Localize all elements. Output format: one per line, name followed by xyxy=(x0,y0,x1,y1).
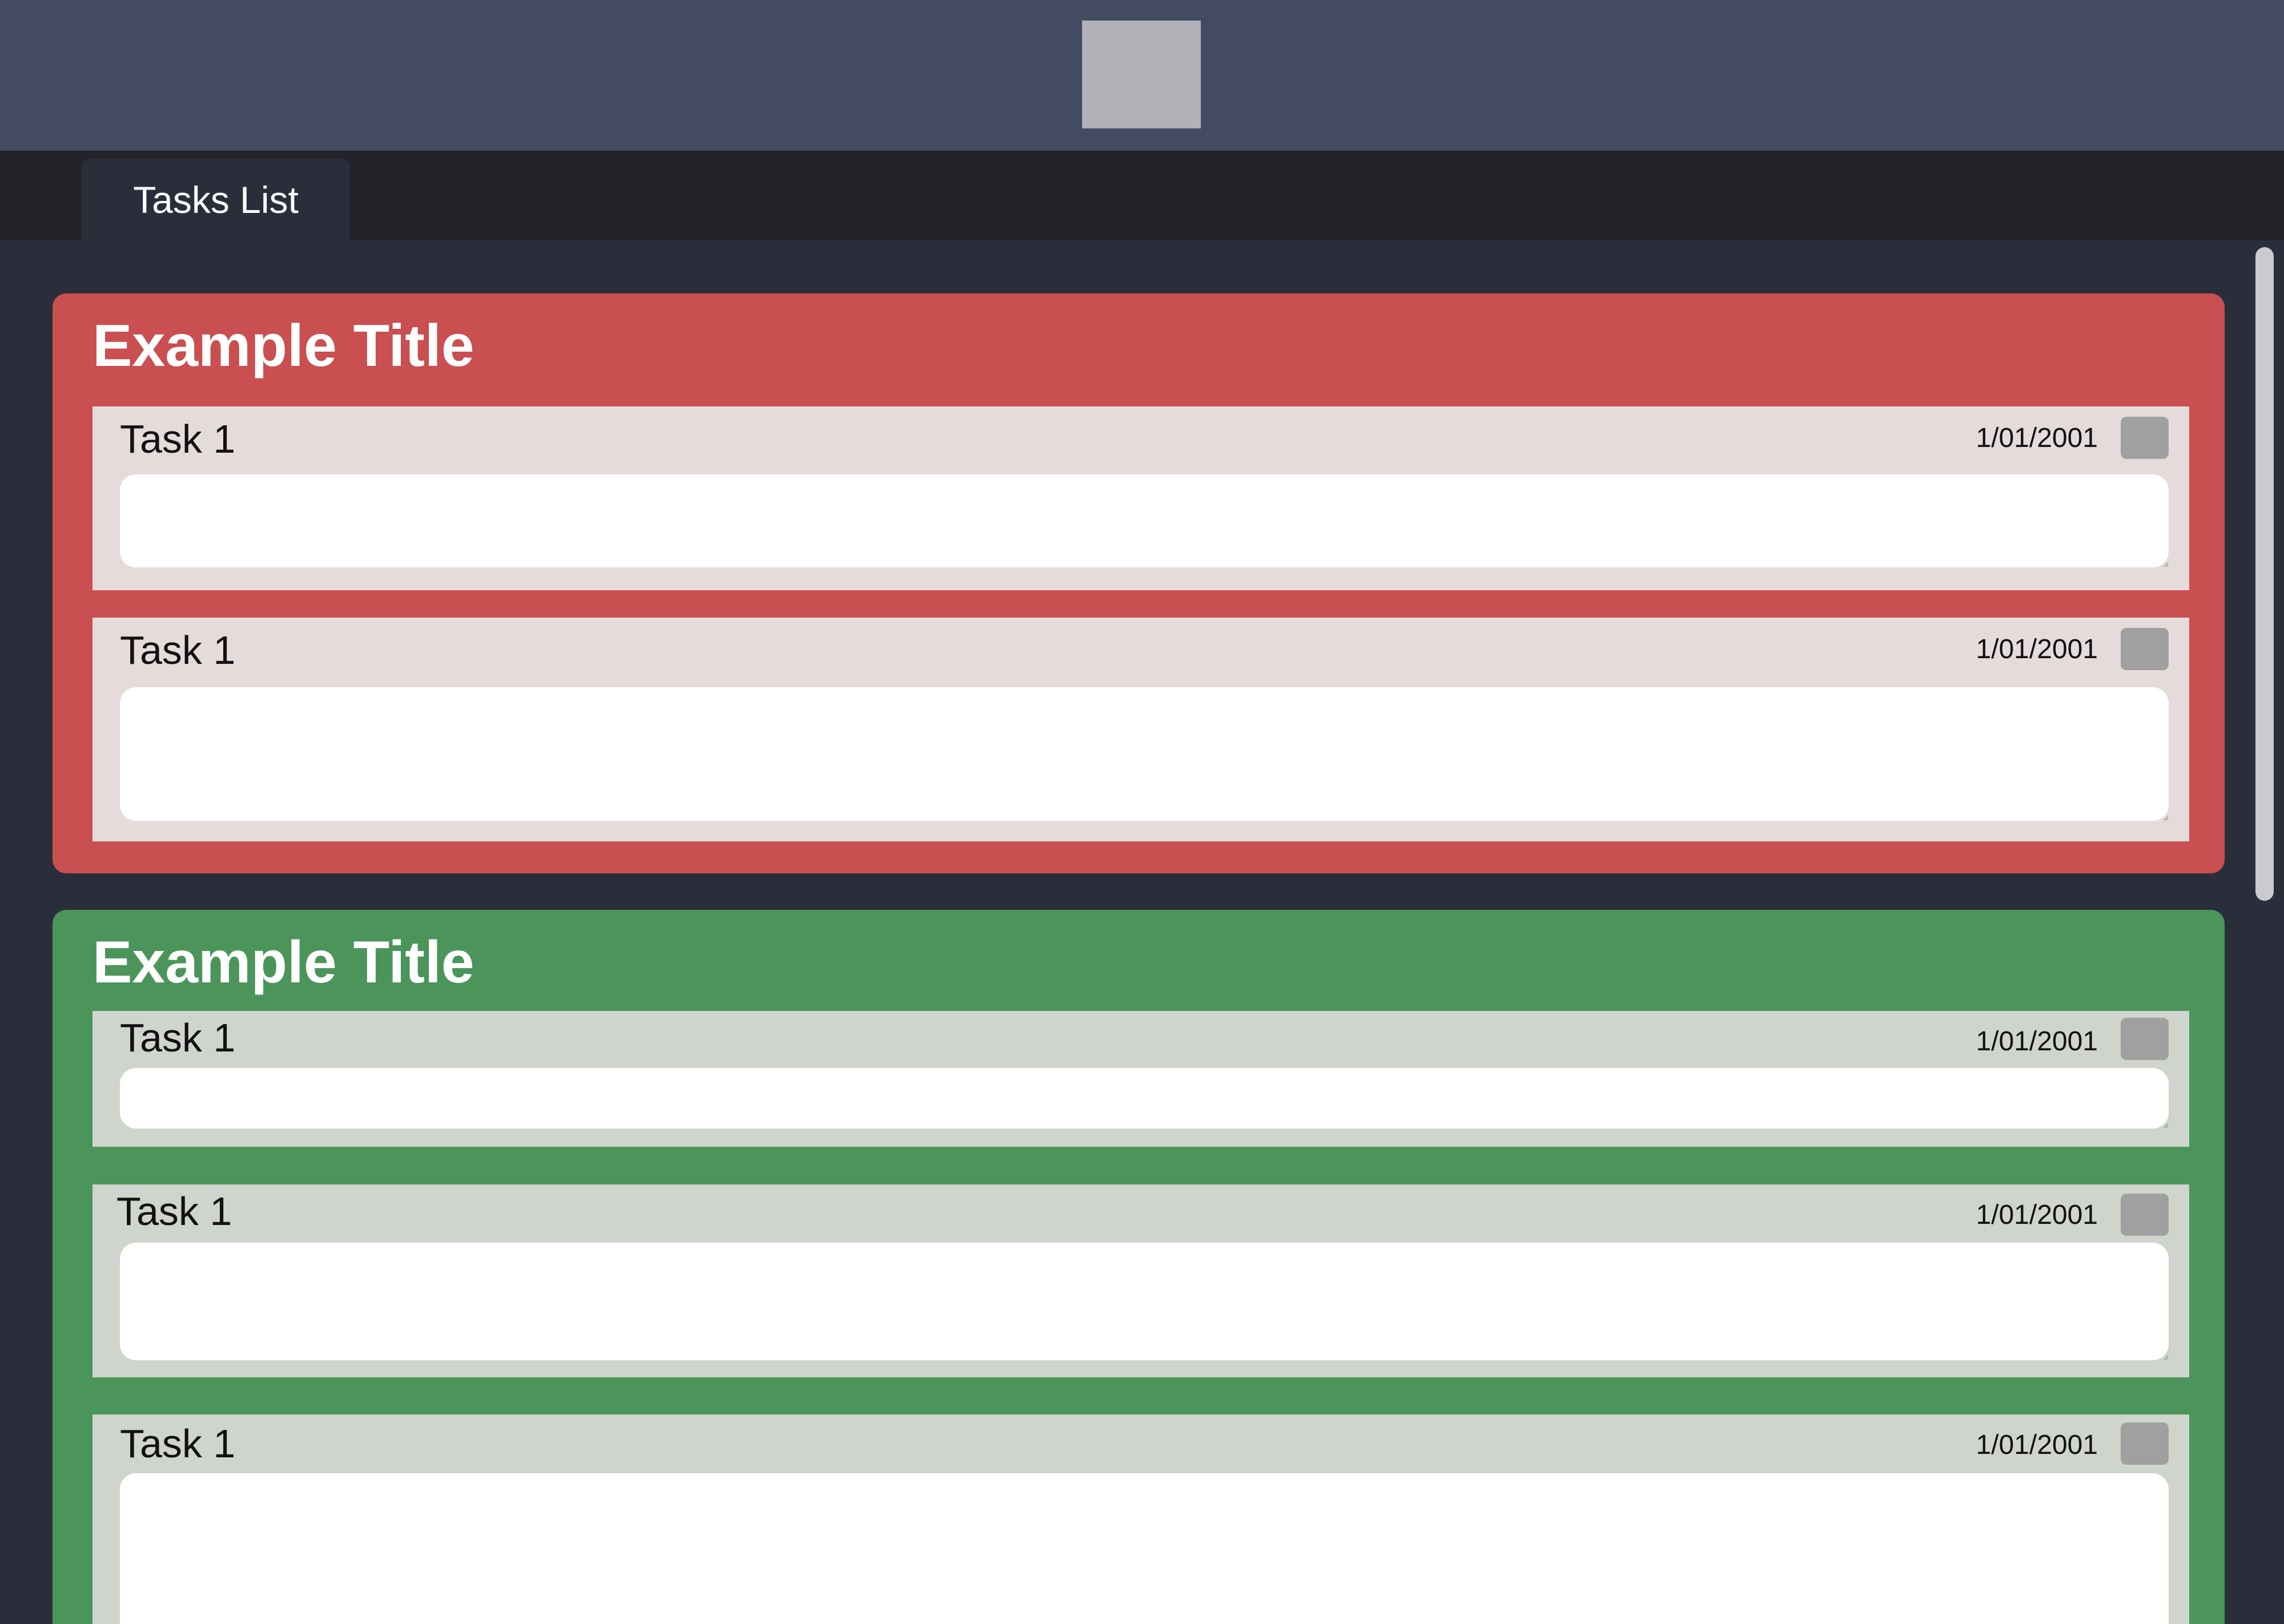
task-notes-field[interactable] xyxy=(120,687,2169,821)
main-content: Example Title Task 1 1/01/2001 Task 1 1/… xyxy=(0,240,2284,1624)
task-complete-checkbox[interactable] xyxy=(2121,1422,2169,1465)
scrollbar-thumb[interactable] xyxy=(2255,247,2274,901)
task-notes-field[interactable] xyxy=(120,474,2169,567)
group-title: Example Title xyxy=(93,313,475,379)
task-name: Task 1 xyxy=(120,1015,236,1060)
task-group-green: Example Title Task 1 1/01/2001 Task 1 1/… xyxy=(53,910,2225,1624)
task-card: Task 1 1/01/2001 xyxy=(93,1415,2189,1624)
task-complete-checkbox[interactable] xyxy=(2121,1194,2169,1236)
task-date: 1/01/2001 xyxy=(1976,634,2098,664)
task-notes-field[interactable] xyxy=(120,1473,2169,1624)
task-name: Task 1 xyxy=(120,628,236,672)
app-logo-placeholder xyxy=(1082,21,1201,128)
tab-bar: Tasks List xyxy=(0,151,2284,240)
task-card: Task 1 1/01/2001 xyxy=(93,1184,2189,1377)
task-name: Task 1 xyxy=(120,1421,236,1466)
task-group-red: Example Title Task 1 1/01/2001 Task 1 1/… xyxy=(53,293,2225,873)
task-complete-checkbox[interactable] xyxy=(2121,628,2169,670)
task-complete-checkbox[interactable] xyxy=(2121,1018,2169,1060)
task-name: Task 1 xyxy=(116,1189,232,1234)
task-date: 1/01/2001 xyxy=(1976,423,2098,453)
task-complete-checkbox[interactable] xyxy=(2121,417,2169,459)
task-date: 1/01/2001 xyxy=(1976,1430,2098,1460)
task-date: 1/01/2001 xyxy=(1976,1200,2098,1230)
group-title: Example Title xyxy=(93,929,475,996)
tab-tasks-list[interactable]: Tasks List xyxy=(82,159,350,240)
task-card: Task 1 1/01/2001 xyxy=(93,406,2189,590)
top-header xyxy=(0,0,2284,151)
task-card: Task 1 1/01/2001 xyxy=(93,618,2189,841)
vertical-scrollbar[interactable] xyxy=(2255,247,2274,901)
task-name: Task 1 xyxy=(120,417,236,461)
task-card: Task 1 1/01/2001 xyxy=(93,1011,2189,1147)
task-date: 1/01/2001 xyxy=(1976,1026,2098,1057)
task-notes-field[interactable] xyxy=(120,1068,2169,1129)
task-notes-field[interactable] xyxy=(120,1243,2169,1360)
